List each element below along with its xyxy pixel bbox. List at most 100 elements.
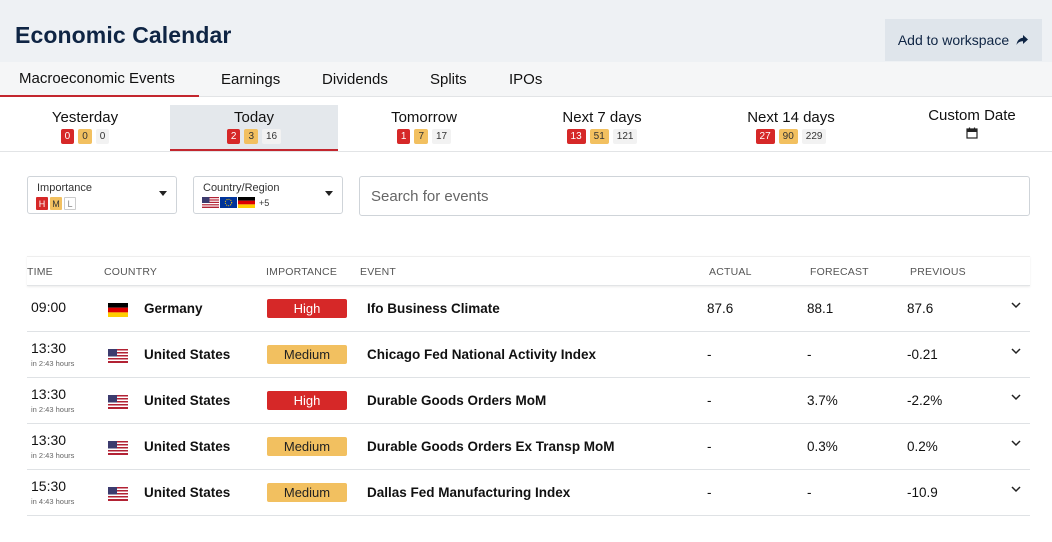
medium-count: 90: [778, 129, 798, 144]
table-row[interactable]: 13:30 in 2:43 hours United States Medium…: [27, 332, 1030, 378]
event-counts: 0 0 0: [60, 129, 110, 144]
us-flag-icon: [202, 197, 219, 208]
tab-macroeconomic-events[interactable]: Macroeconomic Events: [0, 62, 199, 97]
event-country: Germany: [144, 301, 203, 316]
low-count: 17: [432, 129, 452, 144]
time-until: in 2:43 hours: [31, 451, 75, 460]
medium-count: 51: [589, 129, 609, 144]
event-country: United States: [144, 485, 231, 500]
importance-levels: H M L: [36, 197, 76, 210]
us-flag-icon: [108, 395, 128, 409]
date-label: Custom Date: [928, 107, 1016, 124]
low-count: 121: [612, 129, 638, 144]
tab-ipos[interactable]: IPOs: [509, 62, 542, 97]
event-previous: -2.2%: [907, 393, 943, 408]
table-row[interactable]: 09:00 Germany High Ifo Business Climate …: [27, 286, 1030, 332]
caret-down-icon: [325, 191, 333, 196]
column-time: TIME: [27, 266, 53, 278]
importance-badge: Medium: [267, 437, 347, 456]
search-input[interactable]: [359, 176, 1030, 216]
de-flag-icon: [238, 197, 255, 208]
event-time: 13:30: [31, 432, 67, 448]
caret-down-icon: [159, 191, 167, 196]
chevron-down-icon[interactable]: [1010, 483, 1022, 495]
chevron-down-icon[interactable]: [1010, 345, 1022, 357]
date-tomorrow[interactable]: Tomorrow 1 7 17: [349, 105, 499, 151]
event-forecast: 0.3%: [807, 439, 838, 454]
high-count: 0: [60, 129, 75, 144]
add-to-workspace-label: Add to workspace: [897, 32, 1010, 48]
high-count: 1: [396, 129, 411, 144]
table-row[interactable]: 15:30 in 4:43 hours United States Medium…: [27, 470, 1030, 516]
event-previous: -0.21: [907, 347, 938, 362]
share-arrow-icon: [1016, 35, 1029, 45]
table-row[interactable]: 13:30 in 2:43 hours United States Medium…: [27, 424, 1030, 470]
low-count: 0: [95, 129, 110, 144]
event-forecast: 3.7%: [807, 393, 838, 408]
high-count: 13: [566, 129, 586, 144]
column-country: COUNTRY: [104, 266, 158, 278]
importance-badge: High: [267, 299, 347, 318]
time-until: in 2:43 hours: [31, 405, 75, 414]
chevron-down-icon[interactable]: [1010, 299, 1022, 311]
de-flag-icon: [108, 303, 128, 317]
date-range-selector: Yesterday 0 0 0 Today 2 3 16 Tomorrow 1 …: [0, 97, 1052, 152]
column-importance: IMPORTANCE: [266, 266, 338, 278]
importance-filter[interactable]: Importance H M L: [27, 176, 177, 214]
selected-countries: +5: [202, 197, 269, 208]
event-actual: -: [707, 393, 712, 408]
date-label: Next 7 days: [562, 109, 642, 126]
chevron-down-icon[interactable]: [1010, 437, 1022, 449]
tab-label: Dividends: [322, 71, 388, 88]
date-next-7-days[interactable]: Next 7 days 13 51 121: [527, 105, 677, 151]
event-counts: 27 90 229: [755, 129, 827, 144]
high-count: 27: [755, 129, 775, 144]
country-filter[interactable]: Country/Region +5: [193, 176, 343, 214]
medium-count: 0: [78, 129, 92, 144]
date-label: Yesterday: [51, 109, 119, 126]
event-time: 09:00: [31, 299, 67, 315]
low-count: 229: [801, 129, 827, 144]
us-flag-icon: [108, 487, 128, 501]
event-name: Dallas Fed Manufacturing Index: [367, 485, 571, 500]
us-flag-icon: [108, 441, 128, 455]
more-countries-count: +5: [259, 197, 270, 208]
category-tabs: Macroeconomic Events Earnings Dividends …: [0, 62, 1052, 97]
eu-flag-icon: [220, 197, 237, 208]
page-title: Economic Calendar: [15, 22, 232, 48]
us-flag-icon: [108, 349, 128, 363]
event-counts: 13 51 121: [566, 129, 638, 144]
column-actual: ACTUAL: [709, 266, 752, 278]
event-actual: -: [707, 347, 712, 362]
event-time: 13:30: [31, 386, 67, 402]
add-to-workspace-button[interactable]: Add to workspace: [885, 19, 1042, 61]
medium-count: 3: [244, 129, 258, 144]
event-actual: 87.6: [707, 301, 734, 316]
importance-badge: High: [267, 391, 347, 410]
time-until: in 4:43 hours: [31, 497, 75, 506]
importance-badge: Medium: [267, 483, 347, 502]
event-previous: -10.9: [907, 485, 938, 500]
column-event: EVENT: [360, 266, 397, 278]
page-header: Economic Calendar Add to workspace: [0, 0, 1052, 62]
date-custom[interactable]: Custom Date: [897, 103, 1047, 149]
date-today[interactable]: Today 2 3 16: [170, 105, 338, 151]
table-row[interactable]: 13:30 in 2:43 hours United States High D…: [27, 378, 1030, 424]
column-previous: PREVIOUS: [910, 266, 966, 278]
time-until: in 2:43 hours: [31, 359, 75, 368]
tab-earnings[interactable]: Earnings: [221, 62, 280, 97]
chevron-down-icon[interactable]: [1010, 391, 1022, 403]
date-label: Today: [233, 109, 275, 126]
date-yesterday[interactable]: Yesterday 0 0 0: [10, 105, 160, 151]
event-forecast: -: [807, 347, 812, 362]
date-label: Next 14 days: [747, 109, 835, 126]
event-name: Durable Goods Orders Ex Transp MoM: [367, 439, 615, 454]
date-next-14-days[interactable]: Next 14 days 27 90 229: [716, 105, 866, 151]
tab-splits[interactable]: Splits: [430, 62, 467, 97]
column-forecast: FORECAST: [810, 266, 869, 278]
filter-label: Importance: [37, 182, 93, 194]
low-level-box: L: [64, 197, 76, 210]
event-actual: -: [707, 439, 712, 454]
tab-dividends[interactable]: Dividends: [322, 62, 388, 97]
importance-badge: Medium: [267, 345, 347, 364]
